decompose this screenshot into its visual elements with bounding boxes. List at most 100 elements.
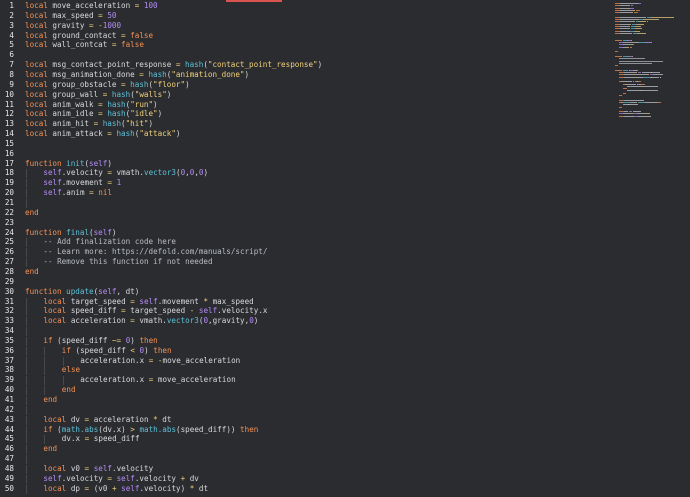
code-line[interactable]: 13 local anim_hit = hash("hit") xyxy=(0,119,610,129)
code-line[interactable]: 47 xyxy=(0,454,610,465)
code-token: local xyxy=(43,414,67,424)
minimap-token xyxy=(633,12,639,14)
code-token: .movement xyxy=(61,178,108,188)
code-token: -- Remove this function if not needed xyxy=(43,257,213,267)
code-line[interactable]: 16 xyxy=(0,149,610,159)
code-line[interactable]: 36 if (speed_diff < 0) then xyxy=(0,346,610,356)
code-line[interactable]: 33 local acceleration = vmath.vector3(0,g… xyxy=(0,316,610,327)
code-line[interactable]: 7 local msg_contact_point_response = hash… xyxy=(0,60,610,70)
minimap-token xyxy=(651,16,673,18)
code-line[interactable]: 21 xyxy=(0,198,610,208)
code-token: then xyxy=(153,345,172,355)
minimap-token xyxy=(619,5,630,7)
code-line[interactable]: 39 acceleration.x = move_acceleration xyxy=(0,375,610,386)
code-text: end xyxy=(43,395,57,405)
code-line[interactable]: 48 local v0 = self.velocity xyxy=(0,464,610,474)
code-line[interactable]: 31 local target_speed = self.movement * m… xyxy=(0,297,610,307)
code-line[interactable]: 8 local msg_animation_done = hash("animat… xyxy=(0,70,610,80)
code-line[interactable]: 6 xyxy=(0,50,610,60)
code-line[interactable]: 29 xyxy=(0,277,610,287)
code-token: acceleration xyxy=(89,414,154,424)
code-text: self.movement = 1 xyxy=(43,178,121,188)
code-text: local speed_diff = target_speed - self.v… xyxy=(43,306,267,316)
minimap-token xyxy=(638,3,642,4)
code-line[interactable]: 2 local max_speed = 50 xyxy=(0,11,610,21)
minimap-token xyxy=(644,32,646,34)
code-line[interactable]: 44 if (math.abs(dv.x) > math.abs(speed_di… xyxy=(0,425,610,435)
indent-guide xyxy=(44,376,46,386)
minimap-token xyxy=(643,85,659,87)
code-line[interactable]: 17 function init(self) xyxy=(0,159,610,169)
code-token: local xyxy=(25,99,48,109)
minimap-token xyxy=(633,44,635,46)
code-line[interactable]: 15 xyxy=(0,139,610,149)
code-line[interactable]: 27 -- Remove this function if not needed xyxy=(0,257,610,268)
line-number: 27 xyxy=(4,257,14,267)
code-token: acceleration xyxy=(66,316,131,326)
code-text: end xyxy=(62,385,76,395)
line-number: 10 xyxy=(4,89,14,99)
code-line[interactable]: 22 end xyxy=(0,208,610,218)
indent-guide xyxy=(26,258,27,268)
code-token: ) xyxy=(144,345,154,355)
code-line[interactable]: 9 local group_obstacle = hash("floor") xyxy=(0,80,610,90)
code-line[interactable]: 1 local move_acceleration = 100 xyxy=(0,1,610,11)
minimap-token xyxy=(619,9,634,11)
code-token: anim_attack xyxy=(47,129,108,139)
code-token: function xyxy=(25,158,62,168)
code-line[interactable]: 14 local anim_attack = hash("attack") xyxy=(0,129,610,139)
code-line[interactable]: 19 self.movement = 1 xyxy=(0,178,610,189)
code-token: local xyxy=(25,10,48,20)
code-editor[interactable]: 1 local move_acceleration = 100 2 local max… xyxy=(0,0,690,497)
code-line[interactable]: 41 end xyxy=(0,395,610,405)
code-line[interactable]: 20 self.anim = nil xyxy=(0,188,610,199)
code-text: local anim_attack = hash("attack") xyxy=(25,129,180,139)
code-line[interactable]: 42 xyxy=(0,405,610,415)
code-token: self xyxy=(89,158,108,168)
indent-guide xyxy=(26,169,27,179)
code-line[interactable]: 4 local ground_contact = false xyxy=(0,31,610,41)
code-text: if (speed_diff ~= 0) then xyxy=(43,336,157,346)
code-line[interactable]: 3 local gravity = -1000 xyxy=(0,21,610,31)
code-token: 100 xyxy=(143,1,158,10)
code-token: ~= xyxy=(111,335,122,345)
code-line[interactable]: 32 local speed_diff = target_speed - self… xyxy=(0,306,610,317)
code-text: function update(self, dt) xyxy=(25,287,139,297)
code-line[interactable]: 49 self.velocity = self.velocity + dv xyxy=(0,474,610,484)
code-token: dt xyxy=(157,414,172,424)
minimap[interactable] xyxy=(612,0,690,497)
code-line[interactable]: 50 local dp = (v0 + self.velocity) * dt xyxy=(0,484,610,494)
code-line[interactable]: 40 end xyxy=(0,385,610,396)
code-line[interactable]: 12 local anim_idle = hash("idle") xyxy=(0,109,610,119)
code-token: local xyxy=(25,20,48,30)
minimap-token xyxy=(635,9,641,11)
code-token: if xyxy=(61,345,71,355)
line-number: 1 xyxy=(9,1,14,10)
code-line[interactable]: 5 local wall_contcat = false xyxy=(0,40,610,50)
code-line[interactable]: 46 end xyxy=(0,444,610,455)
code-line[interactable]: 26 -- Learn more: https://defold.com/manu… xyxy=(0,247,610,258)
code-text: local anim_idle = hash("idle") xyxy=(25,109,162,119)
code-line[interactable]: 45 dv.x = speed_diff xyxy=(0,434,610,445)
code-line[interactable]: 43 local dv = acceleration * dt xyxy=(0,415,610,425)
code-line[interactable]: 11 local anim_walk = hash("run") xyxy=(0,100,610,110)
code-token: local xyxy=(25,40,48,50)
code-line[interactable]: 25 -- Add finalization code here xyxy=(0,237,610,248)
code-line[interactable]: 28 end xyxy=(0,267,610,277)
code-line[interactable]: 35 if (speed_diff ~= 0) then xyxy=(0,336,610,346)
minimap-token xyxy=(619,62,653,64)
code-text: acceleration.x = -move_acceleration xyxy=(80,356,240,366)
minimap-token xyxy=(645,101,658,103)
code-line[interactable]: 38 else xyxy=(0,365,610,376)
code-line[interactable]: 30 function update(self, dt) xyxy=(0,287,610,297)
code-line[interactable]: 37 acceleration.x = -move_acceleration xyxy=(0,356,610,366)
code-line[interactable]: 10 local group_wall = hash("walls") xyxy=(0,90,610,100)
code-token: self xyxy=(139,296,158,306)
code-token: self xyxy=(43,473,62,483)
code-line[interactable]: 18 self.velocity = vmath.vector3(0,0,0) xyxy=(0,168,610,179)
code-line[interactable]: 24 function final(self) xyxy=(0,228,610,238)
code-area[interactable]: 1 local move_acceleration = 100 2 local max… xyxy=(0,0,610,497)
code-line[interactable]: 23 xyxy=(0,218,610,228)
code-line[interactable]: 34 xyxy=(0,326,610,337)
code-token: end xyxy=(25,266,39,276)
